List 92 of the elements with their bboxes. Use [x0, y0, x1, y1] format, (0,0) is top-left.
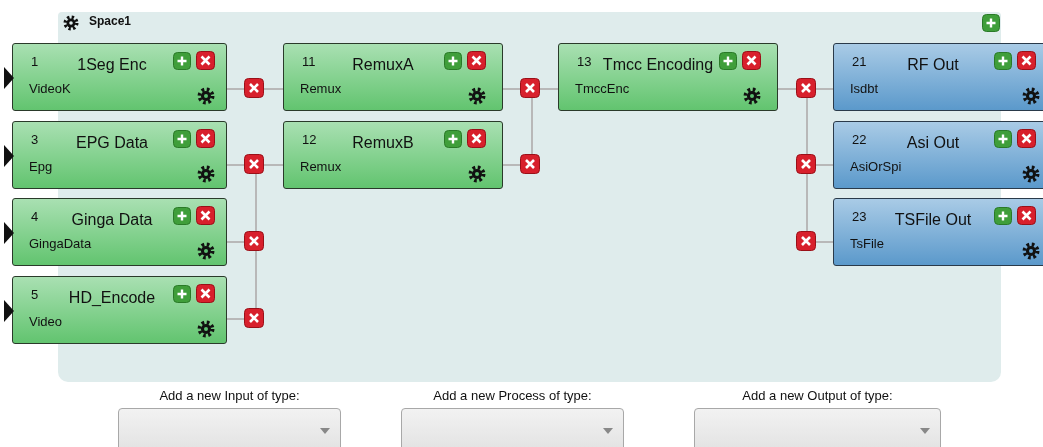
remove-link-icon[interactable] [796, 231, 816, 251]
node-card[interactable]: 5 HD_Encode Video [12, 276, 227, 344]
node-title: RF Out [906, 56, 960, 74]
add-icon[interactable] [173, 207, 191, 225]
settings-icon[interactable] [1022, 165, 1040, 183]
node-type: Isdbt [850, 81, 879, 96]
node-number: 13 [577, 54, 592, 69]
add-icon[interactable] [444, 130, 462, 148]
node-type: TsFile [850, 236, 884, 251]
input-port-icon [4, 67, 14, 89]
close-icon[interactable] [196, 206, 215, 225]
node-number: 4 [31, 209, 39, 224]
caret-icon [603, 428, 613, 434]
node-title: TSFile Out [893, 211, 973, 229]
remove-link-icon[interactable] [796, 78, 816, 98]
node-title: Ginga Data [70, 211, 154, 229]
settings-icon[interactable] [197, 165, 215, 183]
node-type: Video [29, 314, 62, 329]
node-number: 5 [31, 287, 39, 302]
settings-icon[interactable] [197, 320, 215, 338]
add-icon[interactable] [994, 130, 1012, 148]
close-icon[interactable] [1017, 129, 1036, 148]
add-icon[interactable] [173, 52, 191, 70]
remove-link-icon[interactable] [796, 154, 816, 174]
space-title: Space1 [89, 14, 132, 28]
input-port-icon [4, 145, 14, 167]
node-card[interactable]: 4 Ginga Data GingaData [12, 198, 227, 266]
close-icon[interactable] [467, 129, 486, 148]
close-icon[interactable] [1017, 51, 1036, 70]
node-number: 1 [31, 54, 39, 69]
remove-link-icon[interactable] [520, 78, 540, 98]
close-icon[interactable] [196, 51, 215, 70]
settings-icon[interactable] [1022, 87, 1040, 105]
node-card[interactable]: 12 RemuxB Remux [283, 121, 503, 189]
settings-icon[interactable] [197, 87, 215, 105]
caret-icon [920, 428, 930, 434]
node-card[interactable]: 13 Tmcc Encoding TmccEnc [558, 43, 778, 111]
gear-icon[interactable] [63, 15, 79, 31]
node-title: 1Seg Enc [76, 56, 148, 74]
node-number: 21 [852, 54, 867, 69]
caret-icon [320, 428, 330, 434]
close-icon[interactable] [196, 129, 215, 148]
node-card[interactable]: 22 Asi Out AsiOrSpi [833, 121, 1043, 189]
dropdown-label: Add a new Process of type: [432, 388, 593, 403]
node-number: 22 [852, 132, 867, 147]
settings-icon[interactable] [1022, 242, 1040, 260]
node-number: 11 [302, 54, 316, 69]
settings-icon[interactable] [468, 87, 486, 105]
input-port-icon [4, 300, 14, 322]
dropdown-label: Add a new Input of type: [158, 388, 301, 403]
node-title: EPG Data [75, 134, 149, 152]
node-title: Asi Out [905, 134, 961, 152]
add-icon[interactable] [444, 52, 462, 70]
node-type: VideoK [29, 81, 71, 96]
remove-link-icon[interactable] [244, 154, 264, 174]
node-type: Remux [300, 159, 342, 174]
settings-icon[interactable] [468, 165, 486, 183]
settings-icon[interactable] [743, 87, 761, 105]
node-type: Remux [300, 81, 342, 96]
node-card[interactable]: 21 RF Out Isdbt [833, 43, 1043, 111]
node-title: RemuxA [351, 56, 415, 74]
add-icon[interactable] [173, 285, 191, 303]
remove-link-icon[interactable] [244, 308, 264, 328]
dropdown-label: Add a new Output of type: [741, 388, 894, 403]
add-icon[interactable] [994, 52, 1012, 70]
add-icon[interactable] [994, 207, 1012, 225]
node-type: AsiOrSpi [850, 159, 902, 174]
settings-icon[interactable] [197, 242, 215, 260]
input-port-icon [4, 222, 14, 244]
remove-link-icon[interactable] [244, 231, 264, 251]
node-card[interactable]: 11 RemuxA Remux [283, 43, 503, 111]
node-card[interactable]: 3 EPG Data Epg [12, 121, 227, 189]
close-icon[interactable] [467, 51, 486, 70]
node-number: 3 [31, 132, 39, 147]
node-type: Epg [29, 159, 53, 174]
close-icon[interactable] [742, 51, 761, 70]
node-title: RemuxB [351, 134, 415, 152]
node-card[interactable]: 23 TSFile Out TsFile [833, 198, 1043, 266]
remove-link-icon[interactable] [520, 154, 540, 174]
node-type: GingaData [29, 236, 92, 251]
node-card[interactable]: 1 1Seg Enc VideoK [12, 43, 227, 111]
close-icon[interactable] [196, 284, 215, 303]
remove-link-icon[interactable] [244, 78, 264, 98]
add-icon[interactable] [173, 130, 191, 148]
node-number: 12 [302, 132, 317, 147]
node-type: TmccEnc [575, 81, 630, 96]
close-icon[interactable] [1017, 206, 1036, 225]
node-number: 23 [852, 209, 867, 224]
node-title: HD_Encode [67, 289, 157, 307]
add-icon[interactable] [982, 14, 1000, 32]
add-icon[interactable] [719, 52, 737, 70]
node-title: Tmcc Encoding [601, 56, 715, 74]
